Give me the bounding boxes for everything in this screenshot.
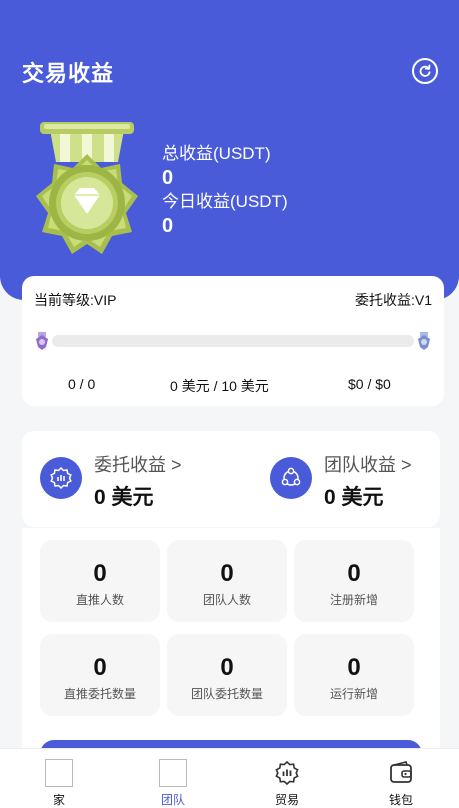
- earnings-card: 委托收益 > 0 美元 团队收益 > 0 美元: [22, 431, 440, 527]
- tab-label: 贸易: [274, 793, 299, 807]
- total-earnings-label: 总收益(USDT): [162, 144, 271, 163]
- stat-cell-direct-entrust: 0 直推委托数量: [40, 634, 160, 716]
- vip-gem-icon: [36, 332, 48, 350]
- stat-cell-direct-referrals: 0 直推人数: [40, 540, 160, 622]
- entrust-icon: [40, 457, 82, 499]
- tab-home[interactable]: 家: [2, 749, 116, 808]
- tab-wallet[interactable]: 钱包: [344, 749, 458, 808]
- stat-label: 运行新增: [329, 687, 378, 701]
- current-level: 当前等级:VIP: [34, 292, 117, 308]
- stat-value: 0: [347, 560, 361, 587]
- team-earnings[interactable]: 团队收益 > 0 美元: [270, 449, 435, 513]
- medal-badge-icon: [36, 122, 138, 254]
- page-title: 交易收益: [22, 61, 115, 86]
- next-level-gem-icon: [418, 332, 430, 350]
- stat-label: 直推人数: [75, 593, 124, 607]
- tab-label: 钱包: [388, 793, 413, 807]
- stat-cell-running-new: 0 运行新增: [294, 634, 414, 716]
- entrust-earnings-title: 委托收益 >: [94, 455, 182, 475]
- team-icon: [159, 759, 187, 787]
- team-earnings-amount: 0 美元: [324, 486, 384, 509]
- stat-value: 0: [93, 560, 107, 587]
- entrust-earnings-amount: 0 美元: [94, 486, 154, 509]
- earnings-summary: 总收益(USDT) 0 今日收益(USDT) 0: [162, 143, 288, 239]
- team-network-icon: [270, 457, 312, 499]
- stat-label: 直推委托数量: [63, 687, 136, 701]
- tab-team[interactable]: 团队: [116, 749, 230, 808]
- stat-label: 注册新增: [329, 593, 378, 607]
- stat-value: 0: [93, 654, 107, 681]
- team-earnings-title: 团队收益 >: [324, 455, 412, 475]
- level-progress-bar: [52, 335, 414, 347]
- tab-label: 家: [52, 793, 65, 807]
- level-dollar: $0 / $0: [348, 376, 391, 392]
- total-earnings-value: 0: [162, 167, 174, 189]
- level-count: 0 / 0: [68, 376, 96, 392]
- entrust-earnings[interactable]: 委托收益 > 0 美元: [40, 449, 220, 513]
- stat-label: 团队人数: [202, 593, 251, 607]
- stat-cell-team-entrust: 0 团队委托数量: [167, 634, 287, 716]
- level-card: 当前等级:VIP 委托收益:V1 0 / 0 0 美元 / 10 美元 $0 /…: [22, 276, 444, 406]
- stats-grid: 0 直推人数 0 团队人数 0 注册新增 0 直推委托数量 0 团队委托数量 0…: [22, 528, 440, 753]
- refresh-icon: [419, 64, 431, 77]
- today-earnings-value: 0: [162, 215, 174, 237]
- level-amount: 0 美元 / 10 美元: [170, 378, 269, 394]
- stat-value: 0: [347, 654, 361, 681]
- tab-label: 团队: [160, 793, 185, 807]
- stat-cell-team-members: 0 团队人数: [167, 540, 287, 622]
- bottom-tab-bar: 家 团队 贸易 钱包: [0, 748, 459, 808]
- stat-value: 0: [220, 654, 234, 681]
- tab-trade[interactable]: 贸易: [230, 749, 344, 808]
- stat-value: 0: [220, 560, 234, 587]
- home-icon: [45, 759, 73, 787]
- trade-icon: [275, 760, 299, 786]
- wallet-icon: [390, 761, 412, 783]
- refresh-button[interactable]: [412, 58, 438, 84]
- stat-cell-new-registrations: 0 注册新增: [294, 540, 414, 622]
- today-earnings-label: 今日收益(USDT): [162, 192, 288, 211]
- stat-label: 团队委托数量: [190, 687, 263, 701]
- commission-level: 委托收益:V1: [354, 292, 432, 308]
